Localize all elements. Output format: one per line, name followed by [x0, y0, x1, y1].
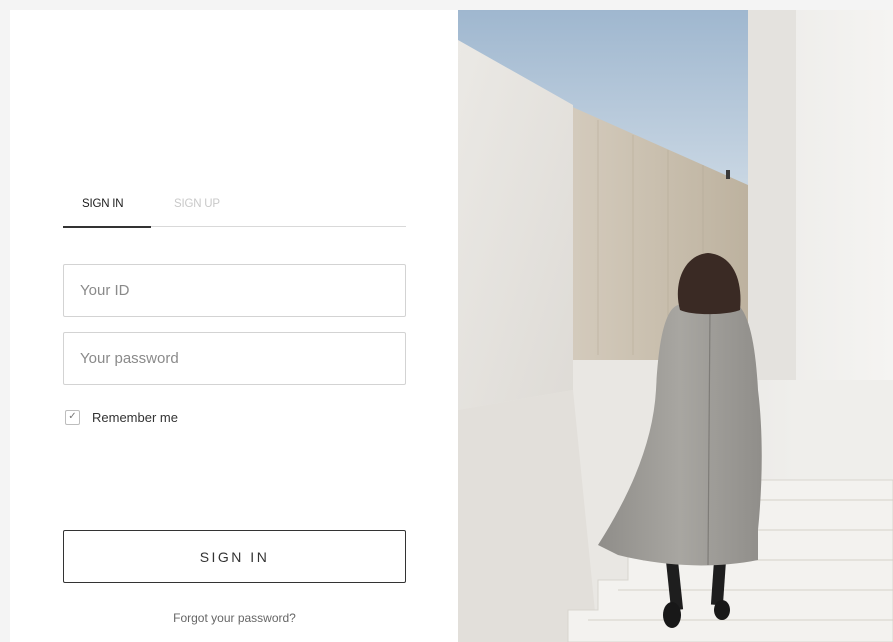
sign-in-button[interactable]: SIGN IN	[63, 530, 406, 583]
tab-sign-up[interactable]: SIGN UP	[174, 198, 220, 210]
active-tab-indicator	[63, 226, 151, 228]
password-input[interactable]	[64, 333, 405, 384]
auth-tabs: SIGN IN SIGN UP	[63, 196, 406, 228]
form-panel: SIGN IN SIGN UP ✓ Remember me SIGN IN Fo…	[10, 10, 458, 642]
remember-me-checkbox[interactable]: ✓	[65, 409, 80, 425]
hero-photo	[458, 10, 893, 642]
login-card: SIGN IN SIGN UP ✓ Remember me SIGN IN Fo…	[10, 10, 893, 642]
id-input[interactable]	[64, 265, 405, 316]
id-field-wrapper	[63, 264, 406, 317]
photo-woman-on-stairs-icon	[458, 10, 893, 642]
tab-sign-in[interactable]: SIGN IN	[82, 198, 124, 210]
remember-me-label: Remember me	[92, 409, 178, 425]
password-field-wrapper	[63, 332, 406, 385]
forgot-password-link[interactable]: Forgot your password?	[63, 611, 406, 625]
check-icon: ✓	[68, 411, 77, 422]
remember-me-toggle[interactable]: ✓ Remember me	[65, 408, 178, 426]
